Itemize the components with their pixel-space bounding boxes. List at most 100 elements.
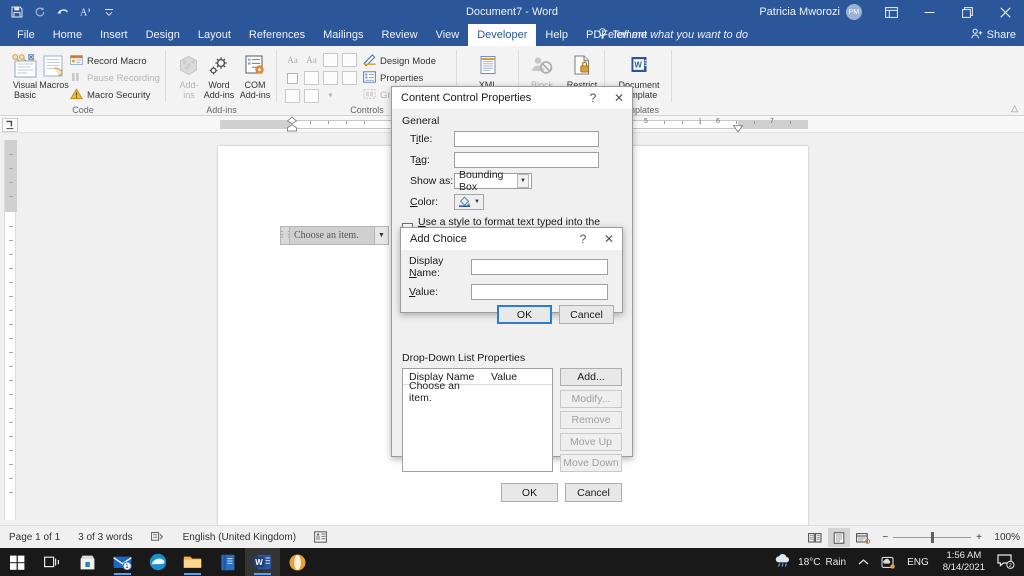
zoom-in-button[interactable]: + xyxy=(976,532,982,543)
macro-security-button[interactable]: Macro Security xyxy=(70,88,150,103)
minimize-button[interactable] xyxy=(910,0,948,24)
web-layout-view-button[interactable] xyxy=(852,528,874,547)
combo-box-control-icon[interactable] xyxy=(302,69,321,87)
table-row[interactable]: Choose an item. xyxy=(403,385,552,399)
general-section-label: General xyxy=(402,115,622,127)
check-box-control-icon[interactable] xyxy=(283,69,302,87)
zoom-out-button[interactable]: − xyxy=(882,532,888,543)
onedrive-tray-icon[interactable] xyxy=(875,548,901,576)
drop-down-list-control-icon[interactable] xyxy=(321,69,340,87)
tab-view[interactable]: View xyxy=(427,24,469,46)
content-control-handle-icon[interactable]: ⋮⋮ xyxy=(280,226,289,245)
value-input[interactable] xyxy=(471,284,608,300)
zoom-track[interactable] xyxy=(893,537,971,538)
undo-icon[interactable] xyxy=(52,1,74,23)
repeating-section-control-icon[interactable] xyxy=(283,87,302,105)
tab-references[interactable]: References xyxy=(240,24,314,46)
chevron-down-icon[interactable]: ▼ xyxy=(517,174,529,188)
help-icon[interactable]: ? xyxy=(570,228,596,250)
tab-review[interactable]: Review xyxy=(373,24,427,46)
tell-me-search[interactable]: Tell me what you want to do xyxy=(598,24,748,46)
ok-button[interactable]: OK xyxy=(497,305,552,324)
customize-qat-icon[interactable] xyxy=(98,1,120,23)
read-aloud-icon[interactable]: A xyxy=(75,1,97,23)
building-block-gallery-icon[interactable] xyxy=(340,51,359,69)
weather-widget[interactable]: 18°C Rain xyxy=(768,548,852,576)
show-as-combobox[interactable]: Bounding Box ▼ xyxy=(454,173,532,189)
chevron-up-icon[interactable]: △ xyxy=(1011,103,1018,114)
show-hidden-icons-icon[interactable] xyxy=(852,548,875,576)
accessibility-checker-icon[interactable] xyxy=(305,526,336,549)
macros-button[interactable]: Macros xyxy=(33,52,75,90)
add-choice-button[interactable]: Add... xyxy=(560,368,622,386)
title-input[interactable] xyxy=(454,131,599,147)
picture-control-icon[interactable] xyxy=(321,51,340,69)
language-indicator[interactable]: English (United Kingdom) xyxy=(174,526,305,549)
proofing-errors-icon[interactable] xyxy=(142,526,174,549)
language-indicator[interactable]: ENG xyxy=(901,548,935,576)
task-view-button[interactable] xyxy=(35,548,70,576)
dialog-title-bar[interactable]: Content Control Properties ? ✕ xyxy=(392,87,632,109)
chevron-down-icon[interactable]: ▼ xyxy=(474,199,480,205)
vertical-ruler[interactable] xyxy=(4,140,16,520)
dialog-title-bar[interactable]: Add Choice ? ✕ xyxy=(401,228,622,250)
share-button[interactable]: Share xyxy=(971,24,1016,46)
zoom-knob[interactable] xyxy=(931,532,934,543)
plain-text-control-icon[interactable]: Aa xyxy=(302,51,321,69)
dropdown-content-control[interactable]: ⋮⋮ Choose an item. ▼ xyxy=(280,226,389,245)
tag-input[interactable] xyxy=(454,152,599,168)
save-icon[interactable] xyxy=(6,1,28,23)
close-icon[interactable]: ✕ xyxy=(606,87,632,109)
ok-button[interactable]: OK xyxy=(501,483,558,502)
right-indent-marker-icon xyxy=(732,124,744,133)
file-explorer-icon[interactable] xyxy=(175,548,210,576)
content-control-placeholder[interactable]: Choose an item. xyxy=(289,226,375,245)
choices-listbox[interactable]: Display Name Value Choose an item. xyxy=(402,368,553,472)
avatar[interactable]: PM xyxy=(846,4,862,20)
page-indicator[interactable]: Page 1 of 1 xyxy=(0,526,69,549)
clock[interactable]: 1:56 AM 8/14/2021 xyxy=(935,550,993,574)
tab-layout[interactable]: Layout xyxy=(189,24,240,46)
opera-browser-icon[interactable] xyxy=(280,548,315,576)
action-center-icon[interactable]: 2 xyxy=(993,553,1024,572)
display-name-input[interactable] xyxy=(471,259,608,275)
microsoft-store-icon[interactable] xyxy=(70,548,105,576)
date-picker-control-icon[interactable] xyxy=(340,69,359,87)
undo-history-icon[interactable] xyxy=(29,1,51,23)
microsoft-edge-icon[interactable] xyxy=(140,548,175,576)
chevron-down-icon[interactable]: ▼ xyxy=(375,226,389,245)
read-mode-view-button[interactable] xyxy=(804,528,826,547)
legacy-tools-chevron-down-icon[interactable]: ▼ xyxy=(321,87,340,105)
cancel-button[interactable]: Cancel xyxy=(565,483,622,502)
close-icon[interactable]: ✕ xyxy=(596,228,622,250)
tab-stop-selector-icon[interactable] xyxy=(2,118,18,132)
tab-help[interactable]: Help xyxy=(536,24,577,46)
word-count[interactable]: 3 of 3 words xyxy=(69,526,141,549)
zoom-slider[interactable]: − + xyxy=(882,532,982,543)
com-add-ins-button[interactable]: COM Add-ins xyxy=(234,52,276,101)
design-mode-button[interactable]: Design Mode xyxy=(363,54,436,69)
legacy-tools-icon[interactable] xyxy=(302,87,321,105)
print-layout-view-button[interactable] xyxy=(828,528,850,547)
microsoft-word-icon[interactable]: W xyxy=(245,548,280,576)
tab-mailings[interactable]: Mailings xyxy=(314,24,372,46)
tab-file[interactable]: File xyxy=(8,24,44,46)
onedrive-folder-icon[interactable] xyxy=(210,548,245,576)
close-button[interactable] xyxy=(986,0,1024,24)
record-macro-button[interactable]: Record Macro xyxy=(70,54,147,69)
zoom-level[interactable]: 100% xyxy=(990,532,1020,543)
start-button[interactable] xyxy=(0,548,35,576)
tab-developer[interactable]: Developer xyxy=(468,24,536,46)
tab-home[interactable]: Home xyxy=(44,24,91,46)
mail-icon[interactable]: 1 xyxy=(105,548,140,576)
tab-design[interactable]: Design xyxy=(137,24,189,46)
color-picker-button[interactable]: ▼ xyxy=(454,194,484,210)
properties-button[interactable]: Properties xyxy=(363,71,423,86)
help-icon[interactable]: ? xyxy=(580,87,606,109)
cancel-button[interactable]: Cancel xyxy=(559,305,614,324)
add-choice-dialog[interactable]: Add Choice ? ✕ Display Name: Value: OK C… xyxy=(400,227,623,313)
ribbon-display-options-button[interactable] xyxy=(872,0,910,24)
rich-text-control-icon[interactable]: Aa xyxy=(283,51,302,69)
tab-insert[interactable]: Insert xyxy=(91,24,137,46)
restore-button[interactable] xyxy=(948,0,986,24)
